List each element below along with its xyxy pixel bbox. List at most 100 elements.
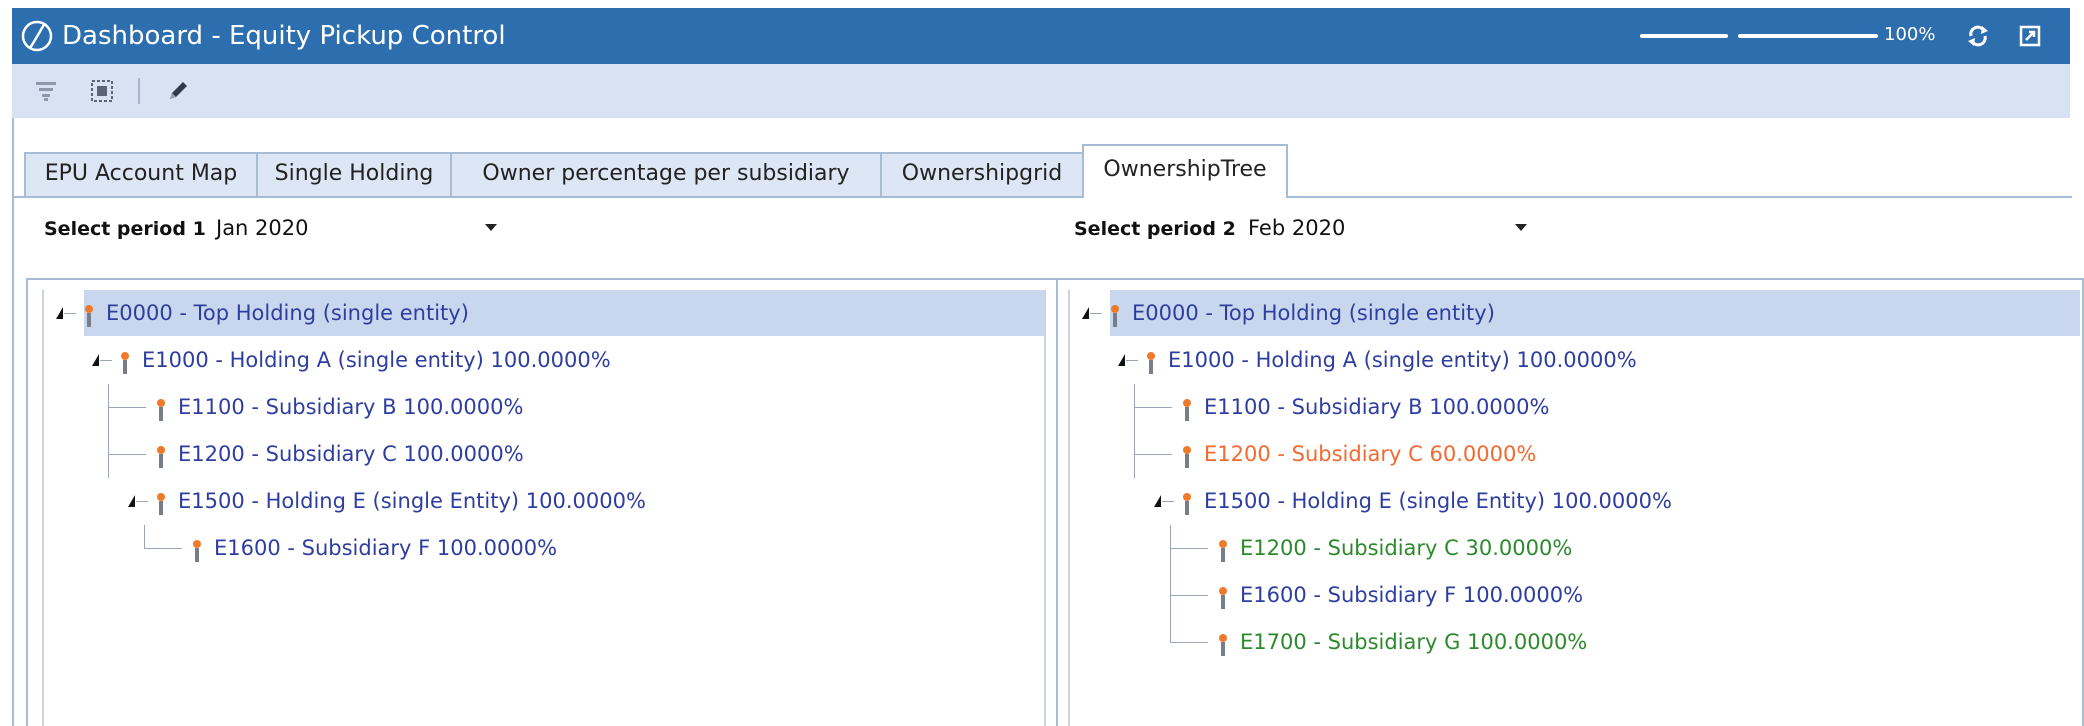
tree-connector: [108, 384, 109, 431]
entity-pin-icon: [1180, 441, 1194, 468]
tree-node-label: E0000 - Top Holding (single entity): [106, 301, 469, 325]
tree-connector: [144, 548, 182, 549]
refresh-icon[interactable]: [1964, 22, 1992, 50]
entity-pin-icon: [1180, 488, 1194, 515]
tab-single-holding[interactable]: Single Holding: [256, 152, 452, 196]
app-logo-icon: [21, 20, 53, 52]
tree-connector: [1134, 454, 1172, 455]
period-1-select[interactable]: Jan 2020: [216, 216, 309, 240]
tree-node[interactable]: E1600 - Subsidiary F 100.0000%: [1070, 572, 2080, 619]
tree-node-label: E1200 - Subsidiary C 60.0000%: [1204, 442, 1537, 466]
entity-pin-icon: [1216, 582, 1230, 609]
tree-node-label: E1500 - Holding E (single Entity) 100.00…: [178, 489, 646, 513]
tree-connector: [1170, 525, 1171, 572]
entity-pin-icon: [154, 488, 168, 515]
tree-connector: [1170, 548, 1208, 549]
tree-connector: [1170, 642, 1208, 643]
tree-node-label: E1200 - Subsidiary C 100.0000%: [178, 442, 524, 466]
tree-node[interactable]: E1700 - Subsidiary G 100.0000%: [1070, 619, 2080, 665]
tree-node[interactable]: E1200 - Subsidiary C 100.0000%: [44, 431, 1044, 478]
tree-node[interactable]: E1100 - Subsidiary B 100.0000%: [1070, 384, 2080, 431]
tree-connector: [108, 454, 146, 455]
collapse-arrow-icon[interactable]: [92, 354, 99, 366]
ownership-tree-period-1: E0000 - Top Holding (single entity) E1000…: [26, 278, 1058, 726]
tab-ownershiptree[interactable]: OwnershipTree: [1082, 144, 1288, 198]
tree-connector: [1170, 619, 1171, 642]
tree-node[interactable]: E1500 - Holding E (single Entity) 100.00…: [44, 478, 1044, 524]
dashboard-window: Dashboard - Equity Pickup Control 100% E…: [0, 0, 2084, 726]
tree-node[interactable]: E1000 - Holding A (single entity) 100.00…: [44, 337, 1044, 383]
entity-pin-icon: [1108, 300, 1122, 327]
zoom-control[interactable]: 100%: [1632, 8, 1935, 64]
tree-connector: [1134, 407, 1172, 408]
tree-node-label: E0000 - Top Holding (single entity): [1132, 301, 1495, 325]
zoom-track-right[interactable]: [1738, 34, 1878, 38]
tab-owner-percentage[interactable]: Owner percentage per subsidiary: [450, 152, 882, 196]
collapse-arrow-icon[interactable]: [56, 307, 63, 319]
tree-node-label: E1500 - Holding E (single Entity) 100.00…: [1204, 489, 1672, 513]
period-2-select[interactable]: Feb 2020: [1248, 216, 1345, 240]
collapse-arrow-icon[interactable]: [128, 495, 135, 507]
entity-pin-icon: [1216, 629, 1230, 656]
tree-node[interactable]: E1000 - Holding A (single entity) 100.00…: [1070, 337, 2080, 383]
tree-2-viewport: E0000 - Top Holding (single entity) E1000…: [1068, 290, 2080, 726]
ownership-tree-period-2: E0000 - Top Holding (single entity) E1000…: [1056, 278, 2084, 726]
collapse-arrow-icon[interactable]: [1118, 354, 1125, 366]
tab-epu-account-map[interactable]: EPU Account Map: [24, 152, 258, 196]
entity-pin-icon: [154, 394, 168, 421]
tree-connector: [1162, 501, 1174, 502]
tab-ownershipgrid[interactable]: Ownershipgrid: [880, 152, 1084, 196]
entity-pin-icon: [154, 441, 168, 468]
tree-node[interactable]: E1200 - Subsidiary C 60.0000%: [1070, 431, 2080, 478]
tree-node-label: E1700 - Subsidiary G 100.0000%: [1240, 630, 1588, 654]
filter-icon[interactable]: [32, 77, 60, 105]
popout-icon[interactable]: [2016, 22, 2044, 50]
entity-pin-icon: [1180, 394, 1194, 421]
period-2-label: Select period 2: [1074, 218, 1236, 240]
tree-connector: [1134, 384, 1135, 431]
tree-connector: [1126, 360, 1138, 361]
tree-node-label: E1200 - Subsidiary C 30.0000%: [1240, 536, 1573, 560]
entity-pin-icon: [82, 300, 96, 327]
tree-connector: [1090, 313, 1102, 314]
tree-node[interactable]: E1200 - Subsidiary C 30.0000%: [1070, 525, 2080, 572]
select-icon[interactable]: [88, 77, 116, 105]
tree-node-label: E1600 - Subsidiary F 100.0000%: [214, 536, 558, 560]
window-title: Dashboard - Equity Pickup Control: [62, 21, 506, 51]
tree-node-label: E1000 - Holding A (single entity) 100.00…: [1168, 348, 1637, 372]
tree-node[interactable]: E1600 - Subsidiary F 100.0000%: [44, 525, 1044, 571]
tree-node[interactable]: E1500 - Holding E (single Entity) 100.00…: [1070, 478, 2080, 524]
entity-pin-icon: [1216, 535, 1230, 562]
toolbar: [12, 64, 2070, 118]
period-1-dropdown-arrow[interactable]: [485, 224, 497, 231]
tree-connector: [136, 501, 148, 502]
tree-connector: [1170, 595, 1208, 596]
toolbar-separator: [138, 78, 140, 104]
tree-node-label: E1000 - Holding A (single entity) 100.00…: [142, 348, 611, 372]
tree-connector: [108, 407, 146, 408]
period-1-label: Select period 1: [44, 218, 206, 240]
entity-pin-icon: [190, 535, 204, 562]
zoom-track-left[interactable]: [1640, 34, 1728, 38]
tree-node-label: E1100 - Subsidiary B 100.0000%: [178, 395, 524, 419]
tree-node[interactable]: E1100 - Subsidiary B 100.0000%: [44, 384, 1044, 431]
entity-pin-icon: [118, 347, 132, 374]
tree-connector: [108, 431, 109, 478]
tree-connector: [100, 360, 112, 361]
collapse-arrow-icon[interactable]: [1082, 307, 1089, 319]
collapse-arrow-icon[interactable]: [1154, 495, 1161, 507]
zoom-level: 100%: [1884, 24, 1936, 45]
tree-node-label: E1100 - Subsidiary B 100.0000%: [1204, 395, 1550, 419]
tree-connector: [144, 525, 145, 548]
entity-pin-icon: [1144, 347, 1158, 374]
tree-node-label: E1600 - Subsidiary F 100.0000%: [1240, 583, 1584, 607]
tree-node[interactable]: E0000 - Top Holding (single entity): [1082, 290, 2080, 336]
tree-node[interactable]: E0000 - Top Holding (single entity): [56, 290, 1044, 336]
tree-connector: [1134, 431, 1135, 478]
period-2-dropdown-arrow[interactable]: [1515, 224, 1527, 231]
tree-1-viewport: E0000 - Top Holding (single entity) E1000…: [42, 290, 1046, 726]
pencil-icon[interactable]: [164, 77, 192, 105]
title-bar: Dashboard - Equity Pickup Control 100%: [12, 8, 2070, 64]
tree-connector: [1170, 572, 1171, 619]
tab-strip: EPU Account Map Single Holding Owner per…: [14, 134, 2072, 198]
